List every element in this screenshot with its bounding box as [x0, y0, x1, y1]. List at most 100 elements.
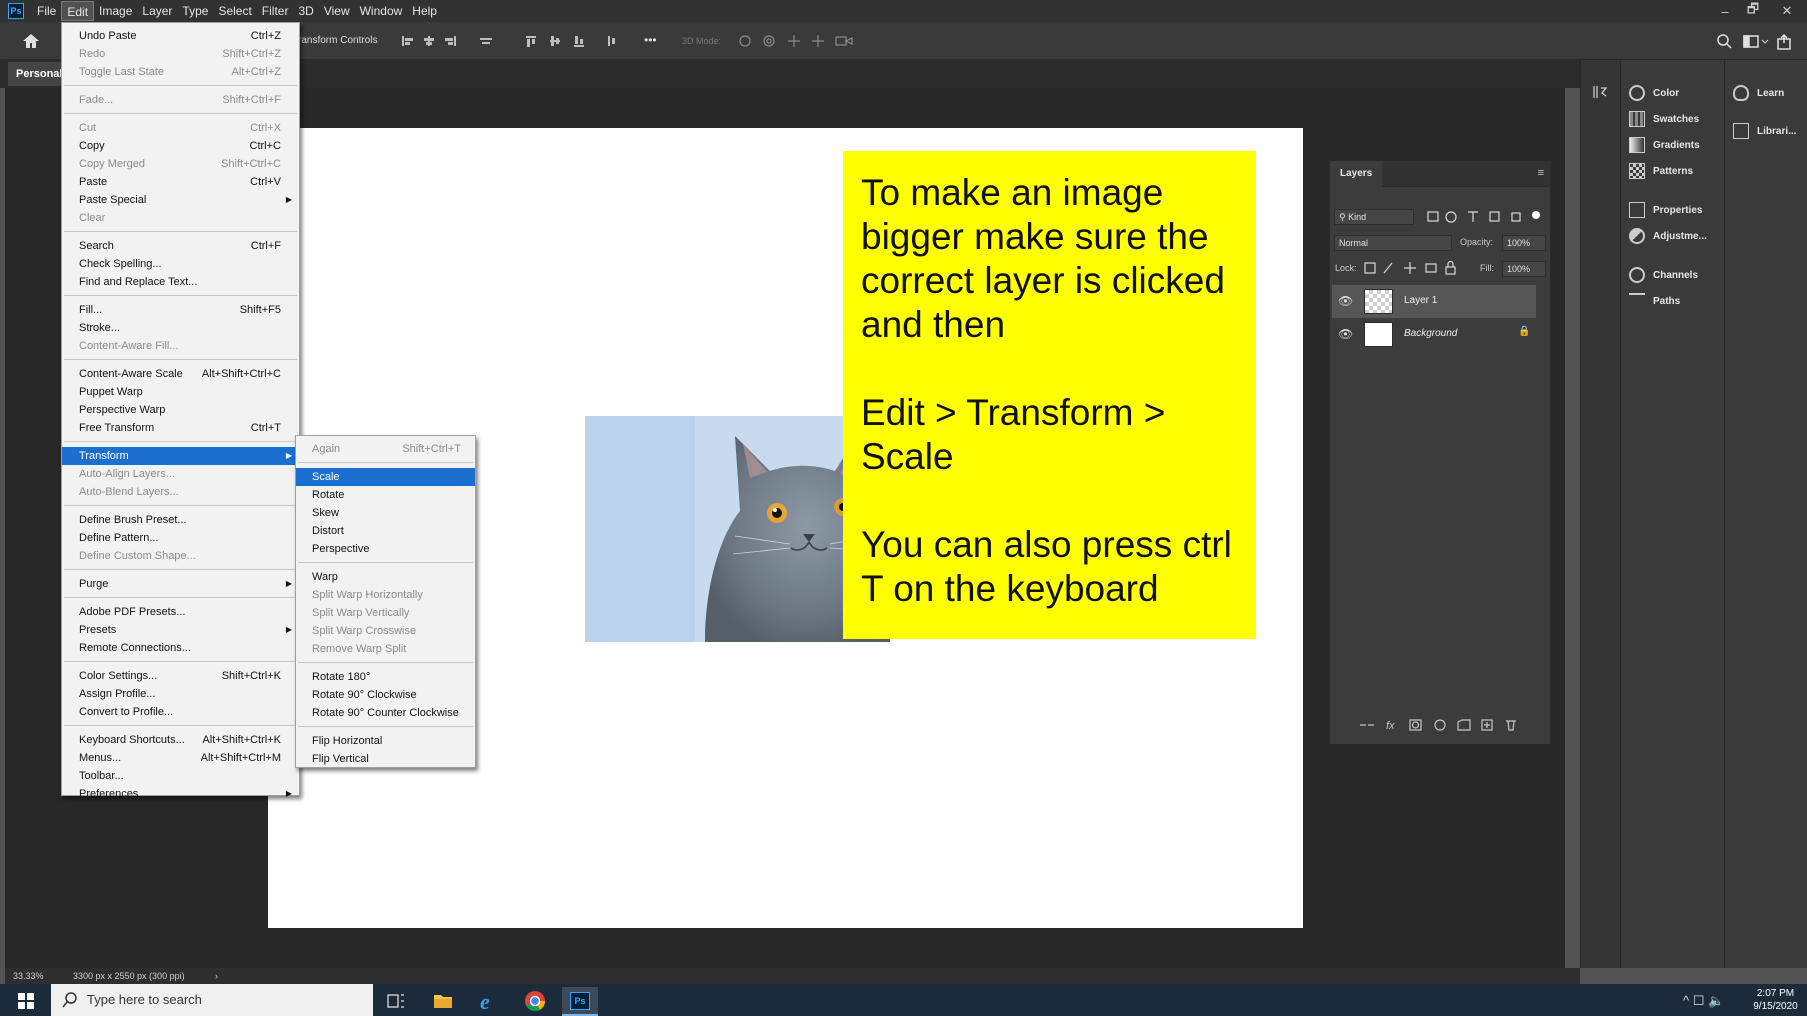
menu-item-perspective-warp[interactable]: Perspective Warp	[62, 401, 299, 419]
blend-mode-select[interactable]: Normal	[1334, 235, 1452, 251]
visibility-eye-icon[interactable]: 👁	[1338, 294, 1353, 308]
clock[interactable]: 2:07 PM 9/15/2020	[1748, 987, 1803, 1013]
photoshop-taskbar-button[interactable]: Ps	[562, 987, 598, 1016]
learn-panel-button[interactable]: Learn	[1733, 82, 1784, 104]
home-icon[interactable]	[22, 33, 40, 49]
tab-layers[interactable]: Layers	[1330, 161, 1383, 187]
taskbar-search-input[interactable]: Type here to search	[51, 984, 373, 1016]
visibility-eye-icon[interactable]: 👁	[1338, 327, 1353, 341]
menu-item-color-settings[interactable]: Color Settings... Shift+Ctrl+K	[62, 667, 299, 685]
filter-type-icons[interactable]	[1426, 209, 1546, 225]
patterns-panel-button[interactable]: Patterns	[1629, 160, 1693, 182]
menu-item-content-aware-fill[interactable]: Content-Aware Fill...	[62, 337, 299, 355]
menu-item-clear[interactable]: Clear	[62, 209, 299, 227]
close-button[interactable]: ✕	[1772, 0, 1802, 22]
menu-item-rotate-90-counter-clockwise[interactable]: Rotate 90° Counter Clockwise	[296, 704, 475, 722]
menu-item-flip-horizontal[interactable]: Flip Horizontal	[296, 732, 475, 750]
more-options-button[interactable]: •••	[644, 33, 657, 47]
menu-window[interactable]: Window	[355, 1, 408, 21]
align-icons[interactable]	[400, 34, 640, 48]
menu-item-preferences[interactable]: Preferences ▶	[62, 785, 299, 803]
menu-item-auto-blend-layers[interactable]: Auto-Blend Layers...	[62, 483, 299, 501]
minimize-button[interactable]: –	[1710, 0, 1740, 22]
windows-start-icon[interactable]	[18, 993, 34, 1009]
transform-controls-label[interactable]: ransform Controls	[298, 35, 377, 46]
menu-item-presets[interactable]: Presets ▶	[62, 621, 299, 639]
layer-row-background[interactable]: 👁 Background 🔒	[1332, 318, 1536, 351]
menu-item-toolbar[interactable]: Toolbar...	[62, 767, 299, 785]
lock-icons[interactable]	[1364, 261, 1464, 275]
menu-item-perspective[interactable]: Perspective	[296, 540, 475, 558]
system-tray-icons[interactable]: ^ ☐ 🔈	[1683, 993, 1724, 1009]
layer-actions-icons[interactable]: fx	[1358, 717, 1538, 733]
menu-item-again[interactable]: Again Shift+Ctrl+T	[296, 440, 475, 458]
menu-type[interactable]: Type	[177, 1, 213, 21]
menu-item-toggle-last-state[interactable]: Toggle Last State Alt+Ctrl+Z	[62, 63, 299, 81]
menu-item-auto-align-layers[interactable]: Auto-Align Layers...	[62, 465, 299, 483]
menu-item-cut[interactable]: Cut Ctrl+X	[62, 119, 299, 137]
menu-item-paste[interactable]: Paste Ctrl+V	[62, 173, 299, 191]
menu-item-split-warp-crosswise[interactable]: Split Warp Crosswise	[296, 622, 475, 640]
menu-select[interactable]: Select	[213, 1, 256, 21]
menu-item-undo-paste[interactable]: Undo Paste Ctrl+Z	[62, 27, 299, 45]
menu-edit[interactable]: Edit	[61, 1, 95, 21]
fill-input[interactable]: 100%	[1502, 261, 1546, 277]
restore-button[interactable]: 🗗	[1738, 0, 1768, 22]
menu-item-fade[interactable]: Fade... Shift+Ctrl+F	[62, 91, 299, 109]
chrome-icon[interactable]	[524, 990, 546, 1012]
menu-item-paste-special[interactable]: Paste Special ▶	[62, 191, 299, 209]
menu-item-menus[interactable]: Menus... Alt+Shift+Ctrl+M	[62, 749, 299, 767]
menu-item-skew[interactable]: Skew	[296, 504, 475, 522]
menu-3d[interactable]: 3D	[293, 1, 318, 21]
menu-item-copy[interactable]: Copy Ctrl+C	[62, 137, 299, 155]
panel-menu-icon[interactable]: ≡	[1538, 167, 1544, 179]
adjustments-panel-button[interactable]: Adjustme...	[1629, 225, 1707, 247]
menu-item-assign-profile[interactable]: Assign Profile...	[62, 685, 299, 703]
menu-item-content-aware-scale[interactable]: Content-Aware Scale Alt+Shift+Ctrl+C	[62, 365, 299, 383]
menu-item-remote-connections[interactable]: Remote Connections...	[62, 639, 299, 657]
menu-item-scale[interactable]: Scale	[296, 468, 475, 486]
history-icon[interactable]	[1591, 84, 1609, 100]
menu-item-define-pattern[interactable]: Define Pattern...	[62, 529, 299, 547]
menu-item-find-and-replace-text[interactable]: Find and Replace Text...	[62, 273, 299, 291]
paths-panel-button[interactable]: Paths	[1629, 290, 1680, 312]
menu-item-convert-to-profile[interactable]: Convert to Profile...	[62, 703, 299, 721]
status-chevron-icon[interactable]: ›	[215, 968, 218, 984]
menu-item-remove-warp-split[interactable]: Remove Warp Split	[296, 640, 475, 658]
menu-item-rotate-90-clockwise[interactable]: Rotate 90° Clockwise	[296, 686, 475, 704]
menu-file[interactable]: File	[32, 1, 61, 21]
menu-filter[interactable]: Filter	[257, 1, 294, 21]
properties-panel-button[interactable]: Properties	[1629, 199, 1702, 221]
menu-item-warp[interactable]: Warp	[296, 568, 475, 586]
menu-item-transform[interactable]: Transform ▶	[62, 447, 299, 465]
menu-item-define-custom-shape[interactable]: Define Custom Shape...	[62, 547, 299, 565]
layer-row-layer-1[interactable]: 👁 Layer 1	[1332, 285, 1536, 318]
menu-item-rotate-180[interactable]: Rotate 180°	[296, 668, 475, 686]
menu-item-check-spelling[interactable]: Check Spelling...	[62, 255, 299, 273]
menu-item-split-warp-horizontally[interactable]: Split Warp Horizontally	[296, 586, 475, 604]
opacity-input[interactable]: 100%	[1502, 235, 1546, 251]
menu-item-keyboard-shortcuts[interactable]: Keyboard Shortcuts... Alt+Shift+Ctrl+K	[62, 731, 299, 749]
menu-item-search[interactable]: Search Ctrl+F	[62, 237, 299, 255]
menu-item-adobe-pdf-presets[interactable]: Adobe PDF Presets...	[62, 603, 299, 621]
gradients-panel-button[interactable]: Gradients	[1629, 134, 1700, 156]
menu-item-flip-vertical[interactable]: Flip Vertical	[296, 750, 475, 768]
task-view-icon[interactable]	[385, 990, 407, 1012]
menu-item-fill[interactable]: Fill... Shift+F5	[62, 301, 299, 319]
menu-item-copy-merged[interactable]: Copy Merged Shift+Ctrl+C	[62, 155, 299, 173]
file-explorer-icon[interactable]	[432, 990, 454, 1012]
zoom-level[interactable]: 33.33%	[13, 968, 44, 984]
filter-kind-select[interactable]: ⚲ Kind	[1334, 209, 1414, 225]
libraries-panel-button[interactable]: Librari...	[1733, 120, 1796, 142]
internet-explorer-icon[interactable]: e	[478, 990, 500, 1012]
menu-help[interactable]: Help	[407, 1, 442, 21]
menu-item-redo[interactable]: Redo Shift+Ctrl+Z	[62, 45, 299, 63]
channels-panel-button[interactable]: Channels	[1629, 264, 1698, 286]
menu-item-rotate[interactable]: Rotate	[296, 486, 475, 504]
search-icon[interactable]	[1716, 34, 1796, 50]
document-info[interactable]: 3300 px x 2550 px (300 ppi)	[73, 968, 185, 984]
color-panel-button[interactable]: Color	[1629, 82, 1679, 104]
menu-item-free-transform[interactable]: Free Transform Ctrl+T	[62, 419, 299, 437]
swatches-panel-button[interactable]: Swatches	[1629, 108, 1699, 130]
menu-item-split-warp-vertically[interactable]: Split Warp Vertically	[296, 604, 475, 622]
